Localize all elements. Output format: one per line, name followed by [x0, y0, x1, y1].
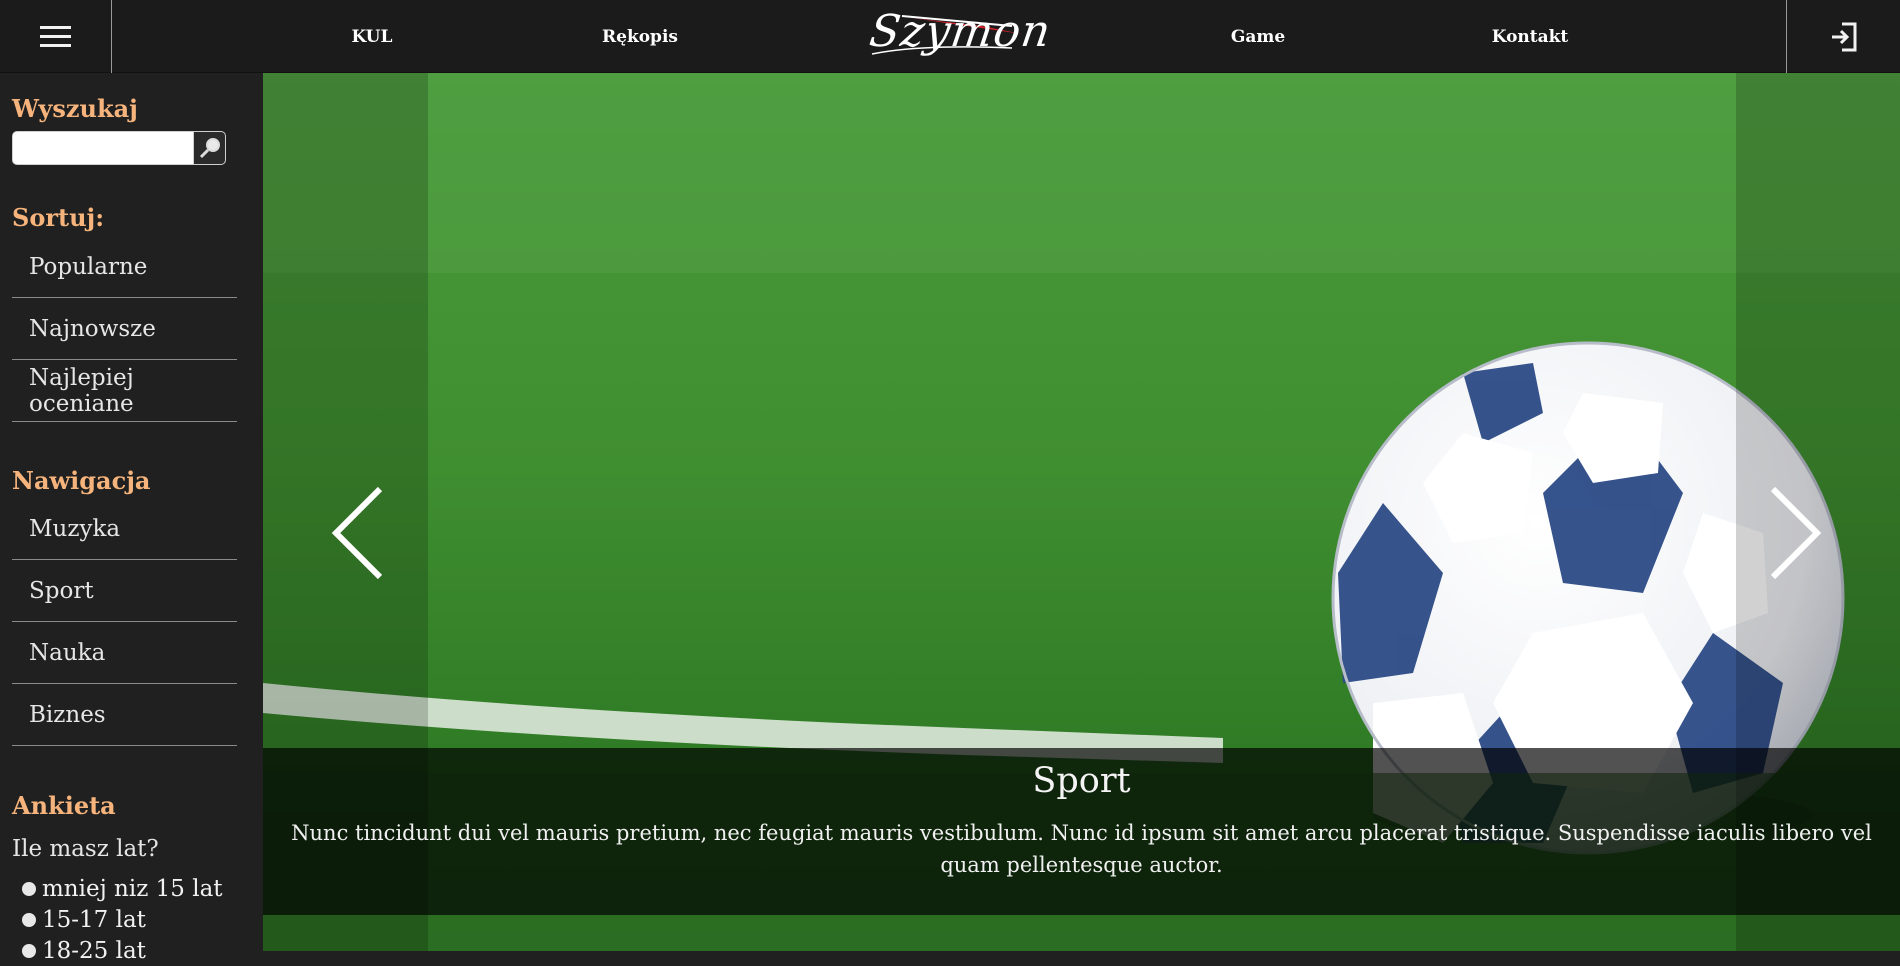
nav-item-sport[interactable]: Sport: [12, 560, 237, 622]
carousel-next-button[interactable]: [1750, 463, 1840, 603]
nav-link-game[interactable]: Game: [1218, 0, 1298, 73]
chevron-left-icon: [331, 486, 383, 580]
poll-question: Ile masz lat?: [12, 836, 159, 862]
login-button[interactable]: [1786, 0, 1900, 73]
search-heading: Wyszukaj: [12, 94, 138, 123]
poll-option-label: mniej niz 15 lat: [42, 875, 223, 902]
caption-text: Nunc tincidunt dui vel mauris pretium, n…: [291, 820, 1872, 877]
chevron-right-icon: [1770, 486, 1822, 580]
radio-button[interactable]: [22, 881, 36, 896]
navigation-list: Muzyka Sport Nauka Biznes: [12, 498, 237, 746]
search-button[interactable]: [193, 131, 226, 165]
poll-option[interactable]: 15-17 lat: [22, 904, 223, 935]
sort-item-popularne[interactable]: Popularne: [12, 236, 237, 298]
search-box: [12, 131, 226, 165]
radio-button[interactable]: [22, 912, 36, 927]
sign-in-icon: [1831, 22, 1856, 51]
navigation-heading: Nawigacja: [12, 466, 151, 495]
nav-link-kul[interactable]: KUL: [330, 0, 414, 73]
nav-item-muzyka[interactable]: Muzyka: [12, 498, 237, 560]
site-logo[interactable]: Szymon: [862, 4, 1054, 68]
poll-option-label: 15-17 lat: [42, 906, 146, 933]
nav-item-nauka[interactable]: Nauka: [12, 622, 237, 684]
sort-item-najlepiej-oceniane[interactable]: Najlepiej oceniane: [12, 360, 237, 422]
sidebar: Wyszukaj Sortuj: Popularne Najnowsze Naj…: [0, 73, 263, 964]
caption-title: Sport: [1032, 761, 1131, 801]
nav-link-kontakt[interactable]: Kontakt: [1480, 0, 1580, 73]
search-input[interactable]: [12, 131, 193, 165]
sort-item-najnowsze[interactable]: Najnowsze: [12, 298, 237, 360]
carousel-prev-button[interactable]: [313, 463, 403, 603]
sort-list: Popularne Najnowsze Najlepiej oceniane: [12, 236, 237, 422]
top-navbar: KUL Rękopis Szymon Game Kontakt: [0, 0, 1900, 73]
nav-link-rekopis[interactable]: Rękopis: [590, 0, 690, 73]
magnifier-icon: [199, 138, 220, 159]
carousel-caption: Sport Nunc tincidunt dui vel mauris pret…: [263, 748, 1900, 915]
poll-option[interactable]: mniej niz 15 lat: [22, 873, 223, 904]
hamburger-menu-icon: [40, 20, 71, 53]
sort-heading: Sortuj:: [12, 203, 105, 232]
poll-options: mniej niz 15 lat 15-17 lat 18-25 lat: [22, 873, 223, 966]
logo-text: Szymon: [866, 6, 1055, 57]
nav-item-biznes[interactable]: Biznes: [12, 684, 237, 746]
image-carousel: Sport Nunc tincidunt dui vel mauris pret…: [263, 73, 1900, 951]
poll-heading: Ankieta: [12, 791, 116, 820]
menu-button[interactable]: [0, 0, 112, 73]
